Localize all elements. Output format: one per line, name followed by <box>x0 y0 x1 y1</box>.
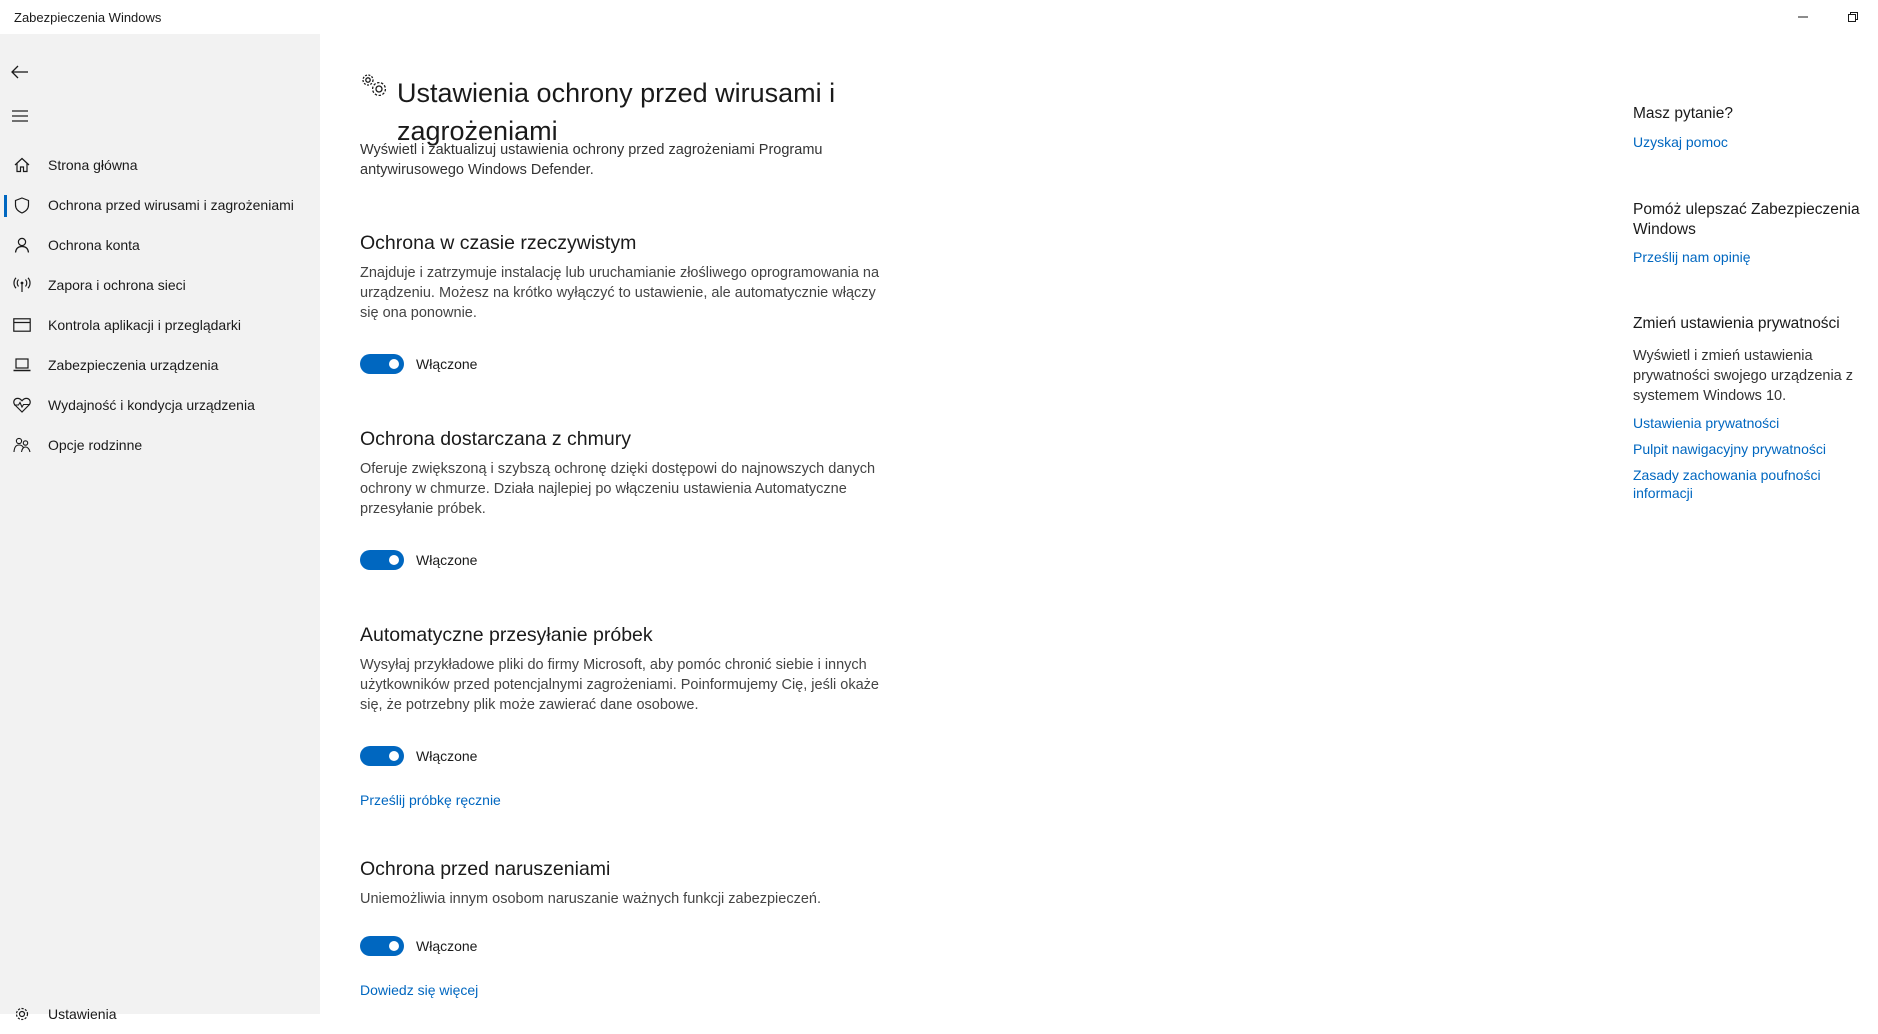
learn-more-link[interactable]: Dowiedz się więcej <box>360 982 478 998</box>
sidebar-item-app-browser-control[interactable]: Kontrola aplikacji i przeglądarki <box>0 305 320 345</box>
sample-submission-toggle-row: Włączone <box>360 746 477 766</box>
home-icon <box>10 153 34 177</box>
sidebar-item-label: Zapora i ochrona sieci <box>48 277 186 293</box>
sidebar-item-label: Strona główna <box>48 157 138 173</box>
wireless-icon <box>10 273 34 297</box>
hamburger-icon <box>12 110 28 122</box>
section-heading: Ochrona dostarczana z chmury <box>360 428 631 450</box>
realtime-protection-section: Ochrona w czasie rzeczywistym Znajduje i… <box>360 230 880 374</box>
laptop-icon <box>10 353 34 377</box>
restore-icon <box>1848 12 1858 22</box>
sidebar-item-virus-protection[interactable]: Ochrona przed wirusami i zagrożeniami <box>0 185 320 225</box>
settings-gears-icon <box>362 74 387 97</box>
sidebar-item-settings[interactable]: Ustawienia <box>0 994 320 1034</box>
back-button[interactable] <box>0 52 40 92</box>
aside-heading: Pomóż ulepszać Zabezpieczenia Windows <box>1633 201 1860 238</box>
person-icon <box>10 233 34 257</box>
browser-window-icon <box>10 313 34 337</box>
sample-submission-toggle[interactable] <box>360 746 404 766</box>
toggle-knob <box>389 359 399 369</box>
sidebar-item-family-options[interactable]: Opcje rodzinne <box>0 425 320 465</box>
page-title: Ustawienia ochrony przed wirusami i zagr… <box>397 78 836 146</box>
send-feedback-link[interactable]: Prześlij nam opinię <box>1633 248 1873 266</box>
menu-button[interactable] <box>0 96 40 136</box>
page-description: Wyświetl i zaktualizuj ustawienia ochron… <box>360 142 823 178</box>
sidebar-item-device-performance[interactable]: Wydajność i kondycja urządzenia <box>0 385 320 425</box>
restore-button[interactable] <box>1830 0 1876 34</box>
gear-icon <box>10 1002 34 1026</box>
window-title: Zabezpieczenia Windows <box>14 10 162 25</box>
back-arrow-icon <box>11 65 28 79</box>
sidebar-item-label: Ustawienia <box>48 1006 117 1022</box>
toggle-state-label: Włączone <box>416 552 478 568</box>
section-description: Uniemożliwia innym osobom naruszanie waż… <box>360 891 821 907</box>
sidebar-item-label: Zabezpieczenia urządzenia <box>48 357 219 373</box>
main-content: Ustawienia ochrony przed wirusami i zagr… <box>320 34 1600 1014</box>
family-icon <box>10 433 34 457</box>
toggle-knob <box>389 751 399 761</box>
privacy-block: Zmień ustawienia prywatności Wyświetl i … <box>1633 314 1873 502</box>
cloud-protection-toggle[interactable] <box>360 550 404 570</box>
toggle-state-label: Włączone <box>416 748 478 764</box>
minimize-icon <box>1798 16 1808 18</box>
section-description: Znajduje i zatrzymuje instalację lub uru… <box>360 265 880 321</box>
aside-heading: Zmień ustawienia prywatności <box>1633 315 1840 332</box>
section-heading: Ochrona w czasie rzeczywistym <box>360 232 637 254</box>
minimize-button[interactable] <box>1780 0 1826 34</box>
toggle-state-label: Włączone <box>416 938 478 954</box>
aside-text: Wyświetl i zmień ustawienia prywatności … <box>1633 348 1854 404</box>
sidebar-item-label: Ochrona konta <box>48 237 140 253</box>
sample-submission-section: Automatyczne przesyłanie próbek Wysyłaj … <box>360 622 880 812</box>
toggle-state-label: Włączone <box>416 356 478 372</box>
sidebar-item-firewall[interactable]: Zapora i ochrona sieci <box>0 265 320 305</box>
submit-sample-link[interactable]: Prześlij próbkę ręcznie <box>360 792 501 808</box>
section-description: Oferuje zwiększoną i szybszą ochronę dzi… <box>360 461 876 517</box>
toggle-knob <box>389 941 399 951</box>
tamper-protection-toggle-row: Włączone <box>360 936 477 956</box>
shield-icon <box>10 193 34 217</box>
sidebar-item-label: Wydajność i kondycja urządzenia <box>48 397 255 413</box>
section-heading: Ochrona przed naruszeniami <box>360 858 611 880</box>
cloud-protection-toggle-row: Włączone <box>360 550 477 570</box>
feedback-block: Pomóż ulepszać Zabezpieczenia Windows Pr… <box>1633 200 1873 266</box>
privacy-dashboard-link[interactable]: Pulpit nawigacyjny prywatności <box>1633 440 1873 458</box>
sidebar-item-home[interactable]: Strona główna <box>0 145 320 185</box>
aside-heading: Masz pytanie? <box>1633 105 1733 122</box>
privacy-statement-link[interactable]: Zasady zachowania poufności informacji <box>1633 466 1873 502</box>
tamper-protection-toggle[interactable] <box>360 936 404 956</box>
toggle-knob <box>389 555 399 565</box>
realtime-protection-toggle-row: Włączone <box>360 354 477 374</box>
sidebar-item-label: Opcje rodzinne <box>48 437 143 453</box>
heart-pulse-icon <box>10 393 34 417</box>
sidebar-item-device-security[interactable]: Zabezpieczenia urządzenia <box>0 345 320 385</box>
question-block: Masz pytanie? Uzyskaj pomoc <box>1633 104 1873 151</box>
sidebar-item-account-protection[interactable]: Ochrona konta <box>0 225 320 265</box>
sidebar: Strona główna Ochrona przed wirusami i z… <box>0 34 320 1022</box>
title-bar: Zabezpieczenia Windows <box>0 0 1878 34</box>
get-help-link[interactable]: Uzyskaj pomoc <box>1633 133 1873 151</box>
cloud-protection-section: Ochrona dostarczana z chmury Oferuje zwi… <box>360 426 880 570</box>
section-heading: Automatyczne przesyłanie próbek <box>360 624 653 646</box>
privacy-settings-link[interactable]: Ustawienia prywatności <box>1633 414 1873 432</box>
realtime-protection-toggle[interactable] <box>360 354 404 374</box>
tamper-protection-section: Ochrona przed naruszeniami Uniemożliwia … <box>360 856 880 1016</box>
section-description: Wysyłaj przykładowe pliki do firmy Micro… <box>360 657 879 713</box>
sidebar-item-label: Kontrola aplikacji i przeglądarki <box>48 317 241 333</box>
sidebar-item-label: Ochrona przed wirusami i zagrożeniami <box>48 197 294 213</box>
